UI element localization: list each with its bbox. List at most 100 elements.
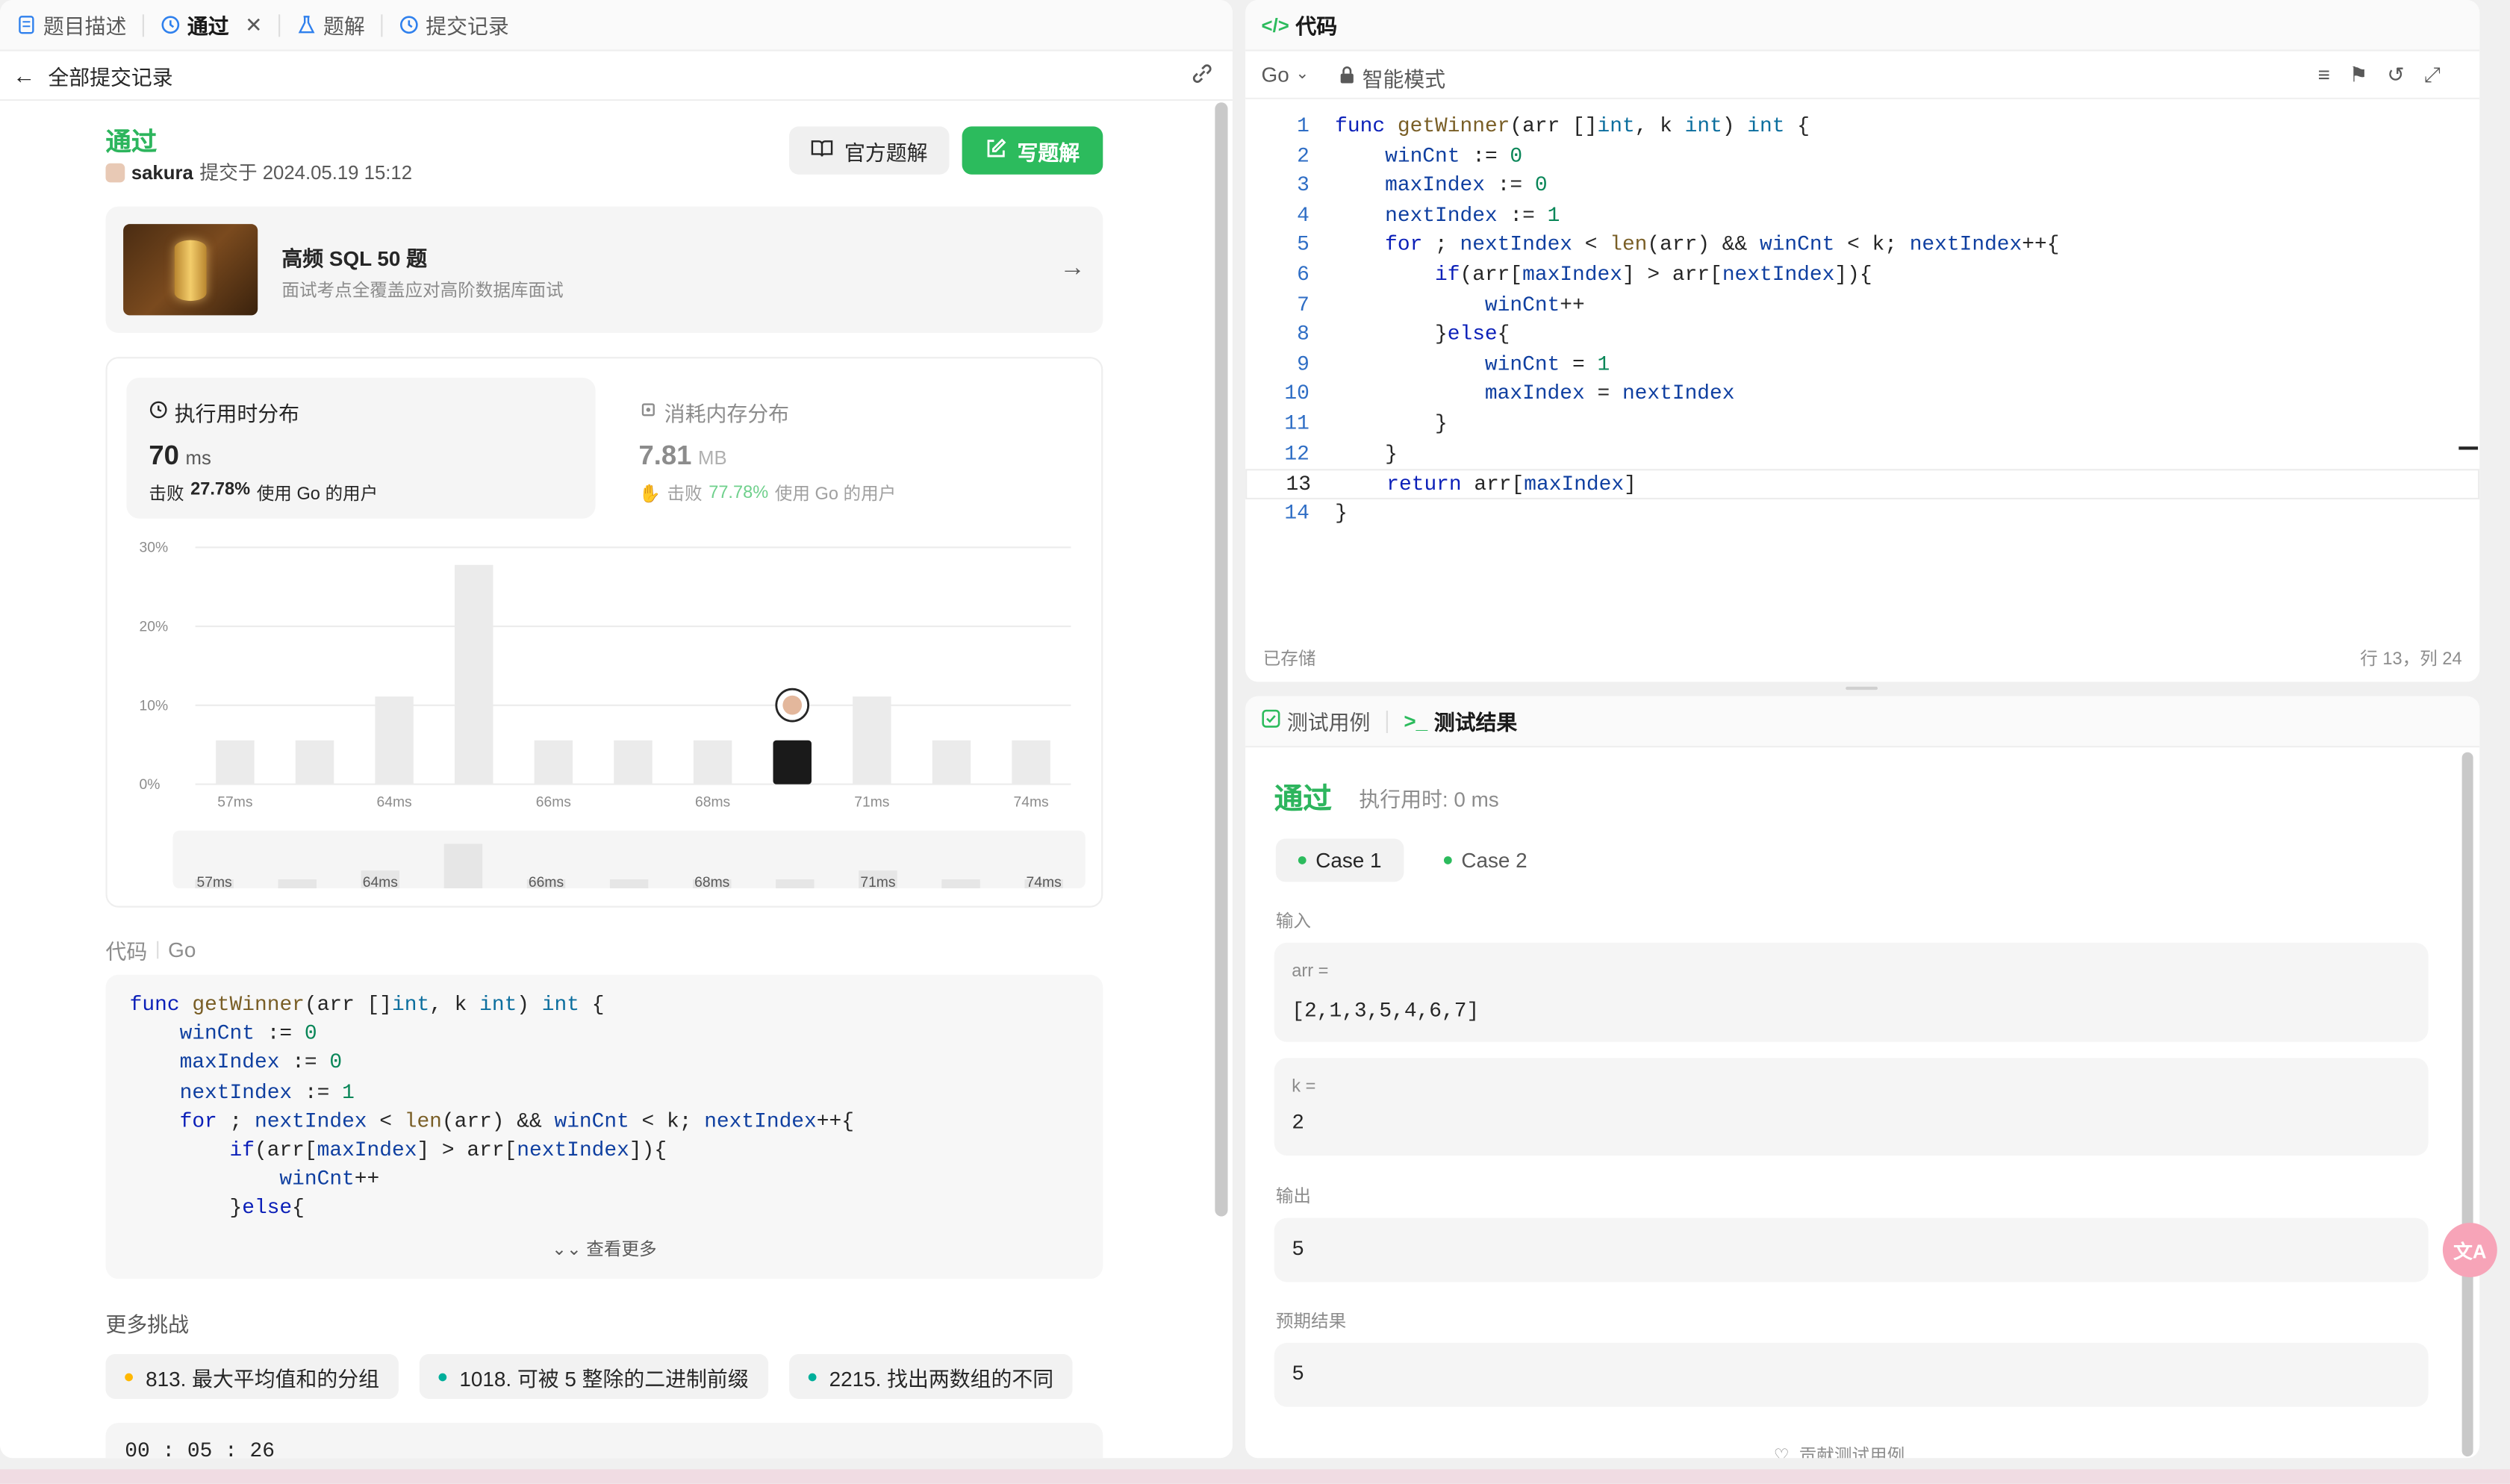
left-scrollbar[interactable] bbox=[1215, 102, 1228, 1217]
tab-accepted-label: 通过 bbox=[187, 14, 229, 39]
write-solution-button[interactable]: 写题解 bbox=[962, 126, 1103, 175]
terminal-icon: >_ bbox=[1404, 708, 1428, 733]
header-divider bbox=[0, 99, 1233, 102]
code-line[interactable]: 11 } bbox=[1245, 410, 2479, 440]
preview-code-line: func getWinner(arr []int, k int) int { bbox=[129, 992, 605, 1017]
official-solution-button[interactable]: 官方题解 bbox=[789, 126, 950, 175]
code-line[interactable]: 12 } bbox=[1245, 440, 2479, 470]
code-line[interactable]: 5 for ; nextIndex < len(arr) && winCnt <… bbox=[1245, 231, 2479, 261]
test-runtime: 执行用时: 0 ms bbox=[1359, 787, 1499, 812]
code-line[interactable]: 4 nextIndex := 1 bbox=[1245, 202, 2479, 231]
timer-card: 00 : 05 : 26 bbox=[105, 1423, 1103, 1459]
distribution-bar[interactable] bbox=[693, 740, 732, 785]
distribution-bar[interactable] bbox=[853, 696, 891, 785]
arrow-right-icon: → bbox=[1059, 254, 1086, 282]
promo-card[interactable]: 高频 SQL 50 题 面试考点全覆盖应对高阶数据库面试 → bbox=[105, 206, 1103, 333]
distribution-bar[interactable] bbox=[932, 740, 971, 785]
tab-code[interactable]: </> 代码 bbox=[1245, 0, 1353, 51]
test-scrollbar[interactable] bbox=[2461, 752, 2473, 1457]
code-line[interactable]: 7 winCnt++ bbox=[1245, 290, 2479, 320]
contribute-testcase[interactable]: ♡ 贡献测试用例 bbox=[1774, 1442, 1905, 1458]
challenge-813[interactable]: 813. 最大平均值和的分组 bbox=[105, 1353, 399, 1399]
difficulty-dot bbox=[125, 1372, 133, 1381]
distribution-bar[interactable] bbox=[216, 740, 255, 785]
code-line[interactable]: 8 }else{ bbox=[1245, 320, 2479, 350]
translate-floating-button[interactable]: 文A bbox=[2442, 1223, 2497, 1277]
arr-label: arr = bbox=[1292, 961, 1329, 982]
distribution-bar[interactable] bbox=[455, 564, 493, 785]
checkbox-icon bbox=[1262, 709, 1281, 733]
memory-box[interactable]: 消耗内存分布 7.81 MB ✋ 击败 77.78% 使用 Go 的用户 bbox=[616, 378, 1085, 519]
runtime-box[interactable]: 执行用时分布 70 ms 击败 27.78% 使用 Go 的用户 bbox=[126, 378, 596, 519]
preview-code-line: }else{ bbox=[129, 1196, 305, 1220]
distribution-bar[interactable] bbox=[375, 696, 414, 785]
tab-solutions[interactable]: 题解 bbox=[280, 0, 381, 51]
line-number: 12 bbox=[1284, 440, 1310, 465]
code-preview[interactable]: func getWinner(arr []int, k int) int { w… bbox=[105, 974, 1103, 1279]
challenge-1018[interactable]: 1018. 可被 5 整除的二进制前缀 bbox=[419, 1353, 768, 1399]
cursor-position: 行 13，列 24 bbox=[2360, 649, 2462, 670]
tab-description[interactable]: 题目描述 bbox=[0, 0, 143, 51]
code-line[interactable]: 10 maxIndex = nextIndex bbox=[1245, 380, 2479, 410]
runtime-distribution-chart[interactable]: 30% 20% 10% 0% 57ms 64ms 66ms 68ms 71ms 74ms 57ms 6… bbox=[108, 531, 1101, 908]
editor-tab-bar: </> 代码 bbox=[1245, 0, 2480, 52]
show-more-button[interactable]: ⌄⌄ 查看更多 bbox=[106, 1235, 1103, 1261]
username[interactable]: sakura bbox=[131, 160, 193, 183]
code-editor[interactable]: 1 func getWinner(arr []int, k int) int {2… bbox=[1245, 112, 2480, 529]
panel-resize-handle[interactable] bbox=[1846, 686, 1878, 690]
case-tab-2[interactable]: Case 2 bbox=[1421, 839, 1550, 882]
official-solution-label: 官方题解 bbox=[844, 140, 928, 164]
book-icon bbox=[811, 137, 835, 163]
expected-box: 5 bbox=[1274, 1342, 2429, 1407]
link-icon[interactable] bbox=[1189, 60, 1215, 94]
line-number: 3 bbox=[1297, 172, 1310, 198]
memory-title: 消耗内存分布 bbox=[638, 397, 789, 428]
close-icon[interactable]: ✕ bbox=[245, 12, 262, 37]
challenge-2215[interactable]: 2215. 找出两数组的不同 bbox=[789, 1353, 1073, 1399]
code-line[interactable]: 9 winCnt = 1 bbox=[1245, 350, 2479, 380]
smart-mode[interactable]: 智能模式 bbox=[1338, 63, 1445, 93]
tab-submissions[interactable]: 提交记录 bbox=[382, 0, 525, 51]
distribution-bar[interactable] bbox=[773, 740, 812, 785]
distribution-bar[interactable] bbox=[614, 740, 653, 785]
code-text: winCnt++ bbox=[1484, 292, 1585, 317]
bookmark-icon[interactable]: ⚑ bbox=[2349, 63, 2368, 88]
output-box: 5 bbox=[1274, 1218, 2429, 1282]
runtime-value-row: 70 ms bbox=[149, 440, 211, 473]
app-stage: 题目描述 通过 ✕ 题解 提交记录 ← 全部提交记录 通过 sakura 提交于… bbox=[0, 0, 2510, 1484]
tab-testcases[interactable]: 测试用例 bbox=[1245, 696, 1386, 747]
translate-icon: 文A bbox=[2453, 1239, 2487, 1262]
code-line[interactable]: 2 winCnt := 0 bbox=[1245, 142, 2479, 172]
code-line[interactable]: 13 return arr[maxIndex] bbox=[1245, 469, 2480, 499]
code-text: } bbox=[1335, 500, 1348, 525]
line-number: 9 bbox=[1297, 352, 1310, 376]
x-tick-label: 68ms bbox=[695, 795, 730, 811]
distribution-bar[interactable] bbox=[1012, 740, 1050, 785]
distribution-bar[interactable] bbox=[534, 740, 573, 785]
fullscreen-icon[interactable]: ⤢ bbox=[2424, 63, 2441, 88]
format-icon[interactable]: ≡ bbox=[2318, 63, 2330, 88]
tab-submissions-label: 提交记录 bbox=[426, 14, 509, 39]
tab-test-results[interactable]: >_ 测试结果 bbox=[1388, 696, 1533, 747]
stats-card: 执行用时分布 70 ms 击败 27.78% 使用 Go 的用户 消耗内存分布 … bbox=[105, 357, 1103, 908]
test-tab-bar: 测试用例 >_ 测试结果 bbox=[1245, 696, 2480, 748]
code-line[interactable]: 14} bbox=[1245, 499, 2479, 529]
code-line[interactable]: 1 func getWinner(arr []int, k int) int { bbox=[1245, 112, 2479, 142]
reset-icon[interactable]: ↺ bbox=[2387, 63, 2404, 88]
code-line[interactable]: 3 maxIndex := 0 bbox=[1245, 172, 2479, 202]
tab-accepted[interactable]: 通过 ✕ bbox=[144, 0, 278, 51]
avatar bbox=[105, 162, 125, 182]
case-tab-1[interactable]: Case 1 bbox=[1275, 838, 1404, 882]
contribute-label: 贡献测试用例 bbox=[1799, 1447, 1905, 1459]
difficulty-dot bbox=[438, 1372, 447, 1381]
heart-icon: ♡ bbox=[1773, 1446, 1790, 1459]
runtime-value: 70 bbox=[149, 440, 179, 471]
distribution-bar[interactable] bbox=[295, 740, 334, 785]
language-select[interactable]: Go ⌄ bbox=[1262, 63, 1310, 87]
memory-beat-pct: 77.78% bbox=[709, 483, 769, 503]
code-line[interactable]: 6 if(arr[maxIndex] > arr[nextIndex]){ bbox=[1245, 261, 2479, 290]
promo-image bbox=[123, 224, 258, 316]
line-number: 7 bbox=[1297, 292, 1310, 317]
back-to-submissions[interactable]: ← 全部提交记录 bbox=[13, 60, 172, 90]
output-label: 输出 bbox=[1275, 1187, 1312, 1207]
